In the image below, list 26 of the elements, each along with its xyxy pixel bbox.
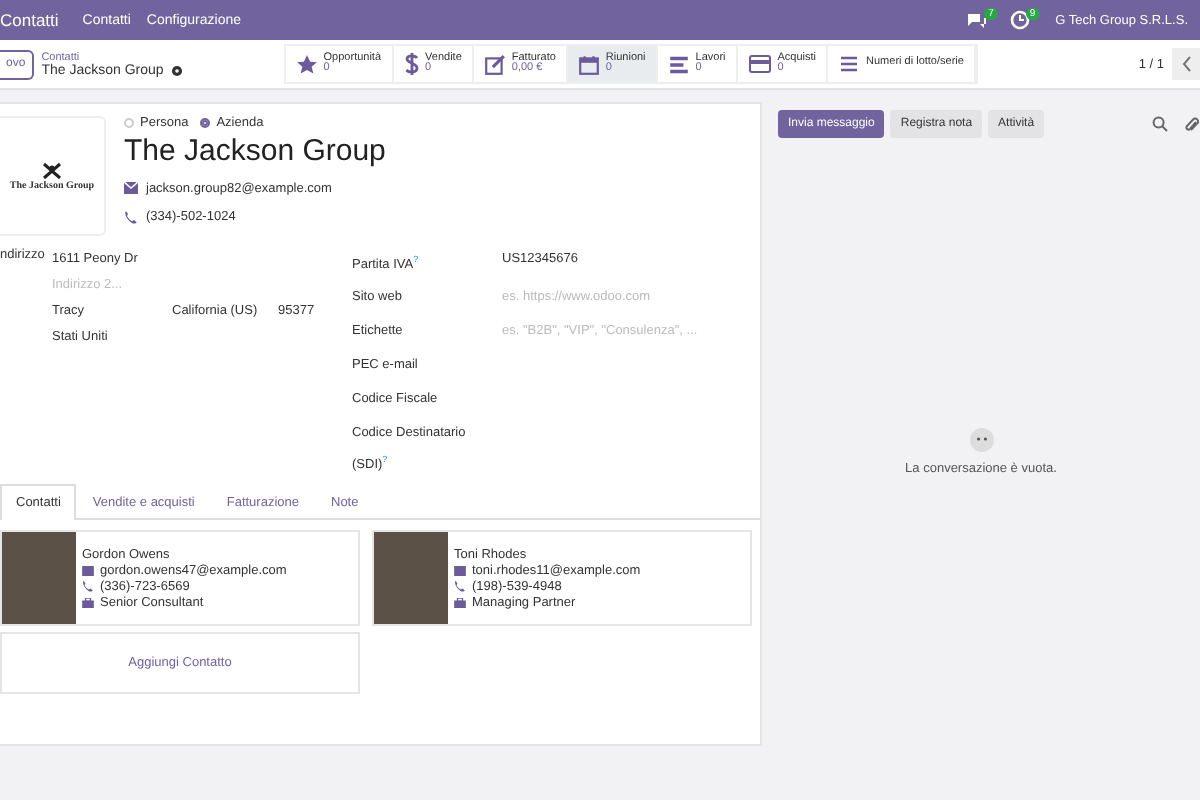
- star-icon: [295, 53, 318, 75]
- envelope-icon: [454, 565, 466, 576]
- phone-icon: [124, 209, 138, 223]
- photo-placeholder: [374, 532, 448, 625]
- paperclip-icon[interactable]: [1184, 115, 1200, 133]
- envelope-icon: [124, 182, 138, 194]
- previous-button[interactable]: [1172, 48, 1200, 80]
- search-icon[interactable]: [1152, 116, 1168, 132]
- edit-icon: [483, 53, 506, 75]
- app-title[interactable]: Contatti: [0, 10, 59, 30]
- list-icon: [838, 54, 861, 74]
- briefcase-icon: [454, 597, 466, 608]
- chevron-left-icon: [1181, 56, 1191, 72]
- credit-card-icon: [747, 54, 772, 74]
- briefcase-icon: [82, 597, 94, 608]
- calendar-icon: [577, 53, 600, 75]
- empty-face-icon: [969, 428, 993, 452]
- clock-icon[interactable]: [1009, 10, 1030, 30]
- envelope-icon: [82, 565, 94, 576]
- chat-icon[interactable]: [966, 11, 989, 29]
- dollar-icon: [403, 52, 420, 76]
- phone-icon: [82, 580, 94, 593]
- tasks-icon: [667, 53, 690, 75]
- phone-icon: [454, 580, 466, 593]
- photo-placeholder: [2, 532, 76, 625]
- company-name: The Jackson Group: [124, 134, 386, 168]
